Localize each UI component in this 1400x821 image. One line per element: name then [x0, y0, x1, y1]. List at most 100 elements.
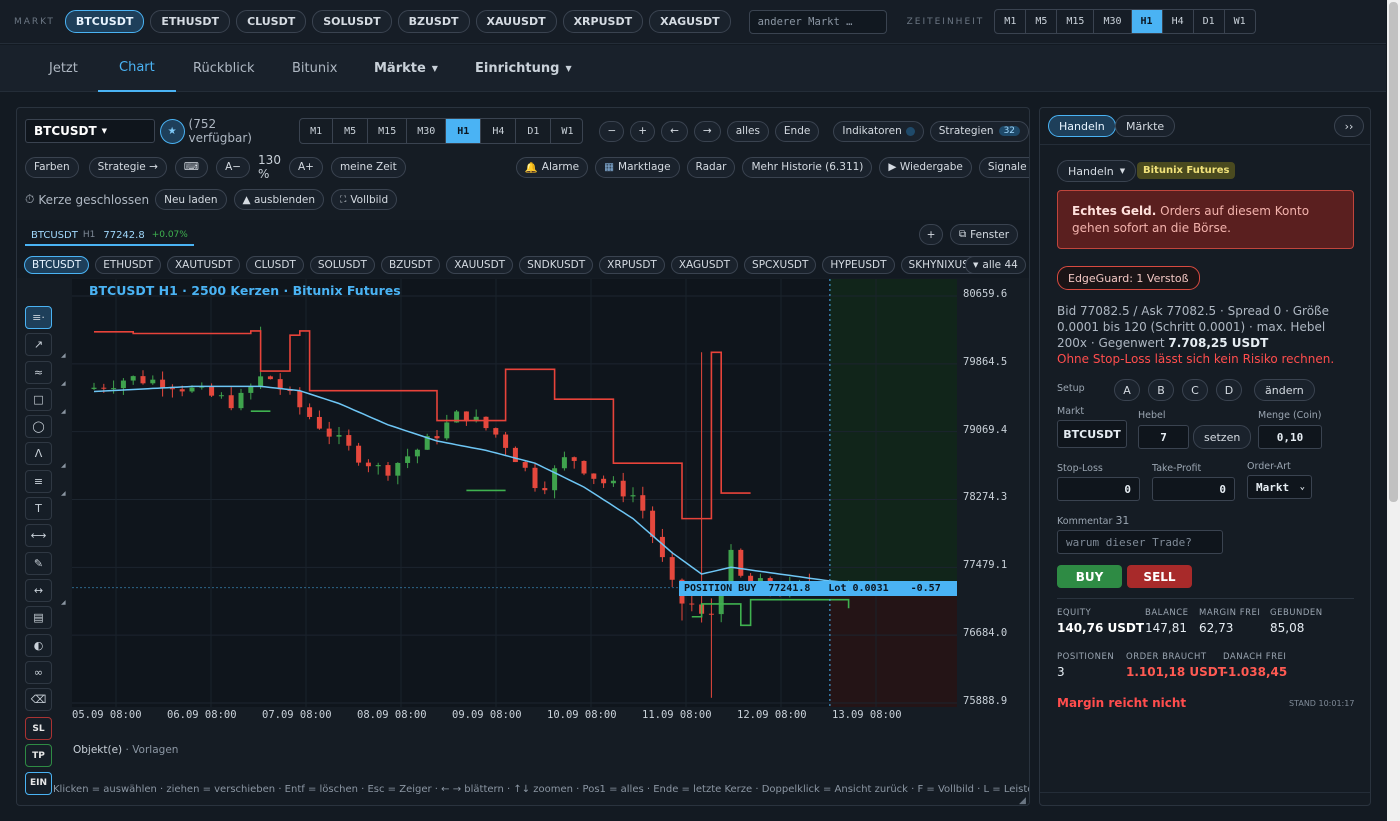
font-smaller-button[interactable]: A− — [216, 156, 251, 178]
tab-jetzt[interactable]: Jetzt — [49, 45, 78, 92]
setup-c-button[interactable]: C — [1182, 379, 1208, 401]
rectangle-tool-icon[interactable]: □ — [25, 387, 52, 411]
chart-tf-m1[interactable]: M1 — [300, 119, 334, 143]
marktlage-button[interactable]: ▦ Marktlage — [595, 156, 680, 178]
price-chart[interactable]: BTCUSDT H1 · 2500 Kerzen · Bitunix Futur… — [72, 279, 957, 707]
setup-d-button[interactable]: D — [1216, 379, 1242, 401]
alle-symbols-button[interactable]: ▼ alle 44 — [965, 256, 1026, 274]
hebel-input[interactable]: 7 — [1138, 425, 1189, 449]
font-larger-button[interactable]: A+ — [288, 156, 323, 178]
symbol-chip-xautusdt[interactable]: XAUTUSDT — [166, 256, 241, 274]
tool-expand-icon[interactable]: ◢ — [61, 352, 66, 359]
show-all-button[interactable]: alles — [726, 120, 769, 142]
chart-tf-m15[interactable]: M15 — [368, 119, 408, 143]
chart-tf-h4[interactable]: H4 — [481, 119, 517, 143]
setup-aendern-button[interactable]: ändern — [1254, 379, 1315, 401]
symbol-chip-sndkusdt[interactable]: SNDKUSDT — [519, 256, 594, 274]
price-axis[interactable]: 80659.6 79864.5 79069.4 78274.3 77479.1 76684… — [957, 279, 1029, 707]
tf-h1[interactable]: H1 — [1131, 10, 1163, 33]
strategie-button[interactable]: Strategie → — [88, 156, 167, 178]
meine-zeit-button[interactable]: meine Zeit — [330, 156, 406, 178]
order-art-select[interactable]: Markt ⌄ — [1247, 475, 1312, 499]
tab-handeln[interactable]: Handeln — [1048, 115, 1116, 137]
page-scrollbar[interactable] — [1387, 0, 1400, 821]
market-bzusdt[interactable]: BZUSDT — [397, 10, 470, 33]
markt-field[interactable]: BTCUSDT — [1057, 420, 1127, 448]
resize-handle-icon[interactable]: ◢ — [1019, 796, 1026, 805]
tool-expand-icon[interactable]: ◢ — [61, 490, 66, 497]
kommentar-input[interactable]: warum dieser Trade? — [1057, 530, 1223, 554]
text-tool-icon[interactable]: T — [25, 497, 52, 521]
collapse-panel-button[interactable]: ›› — [1334, 115, 1364, 137]
indikatoren-button[interactable]: Indikatoren — [833, 120, 924, 142]
buy-button[interactable]: BUY — [1057, 565, 1122, 588]
chart-tf-h1[interactable]: H1 — [446, 119, 482, 143]
handeln-dropdown[interactable]: Handeln ▼ — [1057, 160, 1137, 182]
hebel-setzen-button[interactable]: setzen — [1193, 425, 1252, 449]
vollbild-button[interactable]: ⛶ Vollbild — [331, 189, 398, 210]
signale-historie-button[interactable]: Signale der Historie — [978, 156, 1029, 178]
entry-tool-button[interactable]: EIN — [25, 771, 52, 795]
symbol-chip-ethusdt[interactable]: ETHUSDT — [95, 256, 161, 274]
zoom-in-button[interactable]: + — [630, 120, 656, 142]
setup-a-button[interactable]: A — [1114, 379, 1140, 401]
tool-expand-icon[interactable]: ◢ — [61, 462, 66, 469]
goto-end-button[interactable]: Ende — [774, 120, 820, 142]
alarme-button[interactable]: 🔔 Alarme — [515, 156, 589, 178]
measure-tool-icon[interactable]: ⟷ — [25, 524, 52, 548]
ausblenden-button[interactable]: ▲ ausblenden — [233, 189, 324, 210]
strategien-button[interactable]: Strategien 32 — [929, 120, 1029, 142]
position-line-label[interactable]: POSITION BUY 77241.8 Lot 0.0031 -0.57 — [679, 580, 957, 596]
ellipse-tool-icon[interactable]: ◯ — [25, 415, 52, 439]
page-scrollbar-thumb[interactable] — [1389, 2, 1398, 502]
wave-tool-icon[interactable]: ≈ — [25, 360, 52, 384]
tab-einrichtung[interactable]: Einrichtung ▼ — [475, 45, 572, 92]
chart-tf-w1[interactable]: W1 — [551, 119, 582, 143]
market-clusdt[interactable]: CLUSDT — [236, 10, 307, 33]
menge-input[interactable]: 0,10 — [1258, 425, 1322, 449]
tf-w1[interactable]: W1 — [1225, 10, 1255, 33]
tf-m15[interactable]: M15 — [1057, 10, 1095, 33]
vorlagen-link[interactable]: · Vorlagen — [126, 744, 179, 756]
tool-expand-icon[interactable]: ◢ — [61, 599, 66, 606]
edgeguard-badge[interactable]: EdgeGuard: 1 Verstoß — [1057, 266, 1200, 290]
sell-button[interactable]: SELL — [1127, 565, 1192, 588]
tp-tool-button[interactable]: TP — [25, 744, 52, 768]
link-tool-icon[interactable]: ∞ — [25, 660, 52, 684]
pencil-tool-icon[interactable]: ✎ — [25, 551, 52, 575]
symbol-chip-xagusdt[interactable]: XAGUSDT — [670, 256, 739, 274]
tab-rueckblick[interactable]: Rückblick — [193, 45, 255, 92]
pattern-tool-icon[interactable]: Λ — [25, 442, 52, 466]
note-tool-icon[interactable]: ▤ — [25, 606, 52, 630]
radar-button[interactable]: Radar — [686, 156, 736, 178]
tf-m5[interactable]: M5 — [1026, 10, 1058, 33]
wiedergabe-button[interactable]: ▶ Wiedergabe — [879, 156, 972, 178]
chart-tf-m5[interactable]: M5 — [333, 119, 369, 143]
symbol-chip-spcxusdt[interactable]: SPCXUSDT — [744, 256, 817, 274]
zoom-out-button[interactable]: − — [599, 120, 625, 142]
symbol-chip-clusdt[interactable]: CLUSDT — [246, 256, 304, 274]
tab-bitunix[interactable]: Bitunix — [292, 45, 337, 92]
tf-d1[interactable]: D1 — [1194, 10, 1225, 33]
tf-m1[interactable]: M1 — [995, 10, 1027, 33]
symbol-chip-xauusdt[interactable]: XAUUSDT — [446, 256, 514, 274]
farben-button[interactable]: Farben — [25, 156, 79, 178]
keyboard-icon[interactable]: ⌨ — [174, 156, 209, 178]
market-ethusdt[interactable]: ETHUSDT — [150, 10, 231, 33]
candlestick-svg[interactable] — [72, 279, 957, 707]
mehr-historie-button[interactable]: Mehr Historie (6.311) — [742, 156, 873, 178]
fenster-button[interactable]: ⧉ Fenster — [950, 224, 1019, 245]
symbol-chip-hypeusdt[interactable]: HYPEUSDT — [822, 256, 895, 274]
tf-h4[interactable]: H4 — [1163, 10, 1194, 33]
neu-laden-button[interactable]: Neu laden — [155, 189, 227, 210]
take-profit-input[interactable]: 0 — [1152, 477, 1235, 501]
favorite-star-icon[interactable]: ★ — [159, 118, 185, 144]
symbol-select[interactable]: BTCUSDT ▼ — [25, 119, 155, 143]
market-xagusdt[interactable]: XAGUSDT — [649, 10, 731, 33]
symbol-chip-solusdt[interactable]: SOLUSDT — [309, 256, 375, 274]
tab-maerkte-right[interactable]: Märkte — [1115, 115, 1176, 137]
tab-maerkte[interactable]: Märkte ▼ — [374, 45, 438, 92]
market-xauusdt[interactable]: XAUUSDT — [475, 10, 557, 33]
market-btcusdt[interactable]: BTCUSDT — [64, 10, 145, 33]
tool-expand-icon[interactable]: ◢ — [61, 408, 66, 415]
